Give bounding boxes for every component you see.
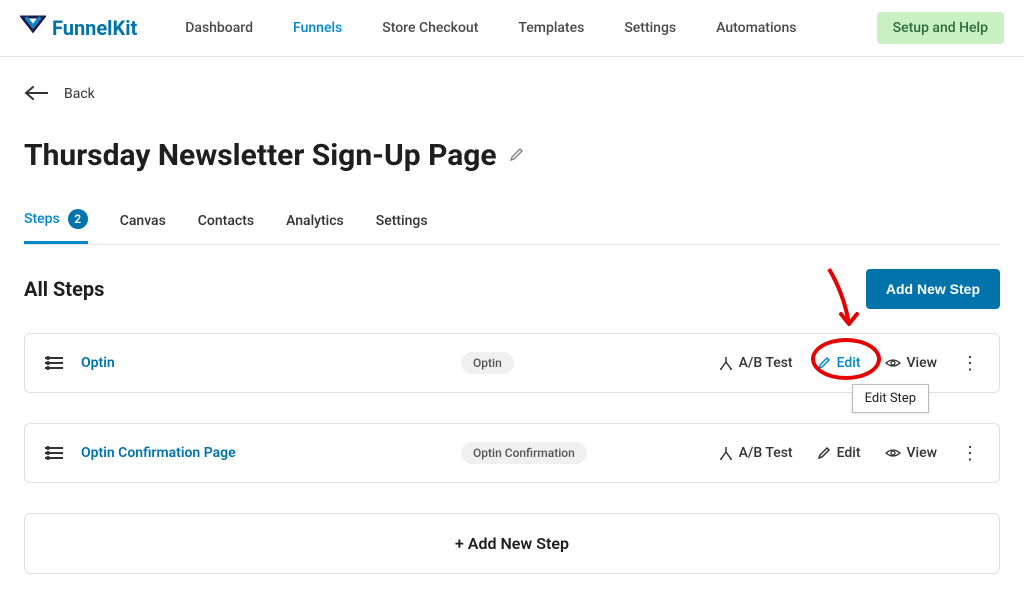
ab-test-action[interactable]: A/B Test <box>719 355 793 371</box>
page-title-row: Thursday Newsletter Sign-Up Page <box>24 138 1000 173</box>
nav-templates[interactable]: Templates <box>518 20 584 36</box>
funnel-tabs: Steps 2 Canvas Contacts Analytics Settin… <box>24 209 1000 245</box>
step-name-link[interactable]: Optin Confirmation Page <box>81 445 461 461</box>
step-type-pill: Optin <box>461 352 514 374</box>
more-options-icon[interactable]: ⋮ <box>961 443 979 464</box>
setup-help-button[interactable]: Setup and Help <box>877 12 1004 44</box>
funnelkit-logo-icon <box>20 13 46 44</box>
nav-automations[interactable]: Automations <box>716 20 796 36</box>
step-actions: A/B Test Edit View ⋮ <box>719 353 979 374</box>
nav-store-checkout[interactable]: Store Checkout <box>382 20 478 36</box>
back-arrow-icon[interactable] <box>24 81 48 106</box>
ab-test-action[interactable]: A/B Test <box>719 445 793 461</box>
edit-step-tooltip: Edit Step <box>852 384 929 413</box>
tab-contacts[interactable]: Contacts <box>198 209 254 244</box>
edit-action[interactable]: Edit <box>817 355 861 371</box>
view-action[interactable]: View <box>885 355 938 371</box>
tab-canvas[interactable]: Canvas <box>120 209 166 244</box>
edit-title-icon[interactable] <box>509 146 525 166</box>
add-new-step-button[interactable]: Add New Step <box>866 269 1000 309</box>
top-navigation: FunnelKit Dashboard Funnels Store Checko… <box>0 0 1024 57</box>
step-type-pill: Optin Confirmation <box>461 442 587 464</box>
back-link[interactable]: Back <box>64 86 95 102</box>
steps-header: All Steps Add New Step <box>24 269 1000 309</box>
pencil-icon <box>817 446 831 460</box>
primary-nav: Dashboard Funnels Store Checkout Templat… <box>185 20 876 36</box>
ab-test-label: A/B Test <box>739 355 793 371</box>
edit-action[interactable]: Edit <box>817 445 861 461</box>
ab-test-icon <box>719 356 733 370</box>
pencil-icon <box>817 356 831 370</box>
eye-icon <box>885 357 901 369</box>
step-card: Optin Optin A/B Test Edit View ⋮ <box>24 333 1000 393</box>
tab-steps-label: Steps <box>24 211 60 227</box>
brand-logo[interactable]: FunnelKit <box>20 13 137 44</box>
add-step-inline-button[interactable]: + Add New Step <box>24 513 1000 574</box>
brand-name: FunnelKit <box>52 16 137 40</box>
tab-analytics[interactable]: Analytics <box>286 209 344 244</box>
view-label: View <box>907 445 938 461</box>
step-actions: A/B Test Edit View ⋮ <box>719 443 979 464</box>
more-options-icon[interactable]: ⋮ <box>961 353 979 374</box>
nav-settings[interactable]: Settings <box>624 20 676 36</box>
edit-label: Edit <box>837 445 861 461</box>
step-name-link[interactable]: Optin <box>81 355 461 371</box>
all-steps-title: All Steps <box>24 277 104 301</box>
nav-dashboard[interactable]: Dashboard <box>185 20 253 36</box>
page-content: Back Thursday Newsletter Sign-Up Page St… <box>0 57 1024 598</box>
page-title: Thursday Newsletter Sign-Up Page <box>24 138 497 173</box>
tab-steps[interactable]: Steps 2 <box>24 209 88 244</box>
nav-funnels[interactable]: Funnels <box>293 20 342 36</box>
ab-test-icon <box>719 446 733 460</box>
ab-test-label: A/B Test <box>739 445 793 461</box>
edit-label: Edit <box>837 355 861 371</box>
tab-settings[interactable]: Settings <box>376 209 428 244</box>
step-card: Optin Confirmation Page Optin Confirmati… <box>24 423 1000 483</box>
tab-steps-count-badge: 2 <box>68 209 88 229</box>
eye-icon <box>885 447 901 459</box>
drag-handle-icon[interactable] <box>45 356 63 370</box>
view-label: View <box>907 355 938 371</box>
back-row: Back <box>24 81 1000 106</box>
view-action[interactable]: View <box>885 445 938 461</box>
drag-handle-icon[interactable] <box>45 446 63 460</box>
